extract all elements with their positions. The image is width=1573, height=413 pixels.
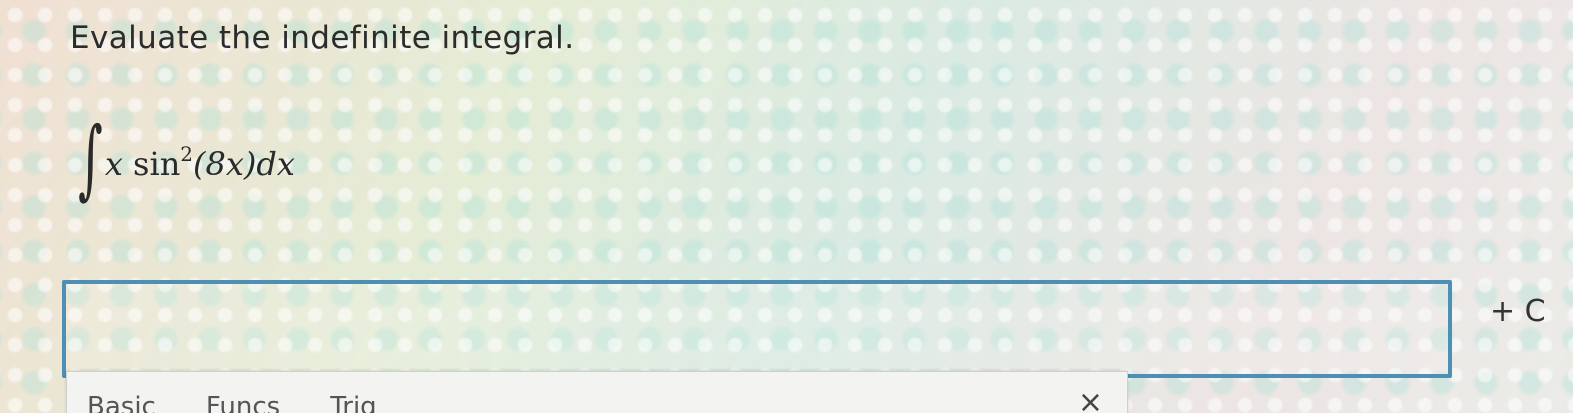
keyboard-tabs: Basic Funcs Trig [87,392,377,413]
question-prompt: Evaluate the indefinite integral. [70,20,575,56]
integral-expression: ∫ x sin2(8x)dx [68,112,295,212]
close-icon[interactable]: × [1078,388,1103,413]
differential: dx [256,144,295,183]
integral-sign: ∫ [78,109,103,209]
integrand-function: sin2 [133,141,194,183]
integrand-power: 2 [180,141,194,166]
integrand: x sin2(8x)dx [105,142,295,183]
tab-funcs[interactable]: Funcs [206,392,280,413]
math-keyboard-panel: Basic Funcs Trig × [66,371,1128,413]
integrand-variable: x [104,144,123,183]
answer-input[interactable] [62,280,1452,378]
constant-of-integration-label: + C [1490,294,1546,329]
integrand-argument: (8x) [193,144,257,183]
tab-trig[interactable]: Trig [330,392,376,413]
tab-basic[interactable]: Basic [87,392,156,413]
